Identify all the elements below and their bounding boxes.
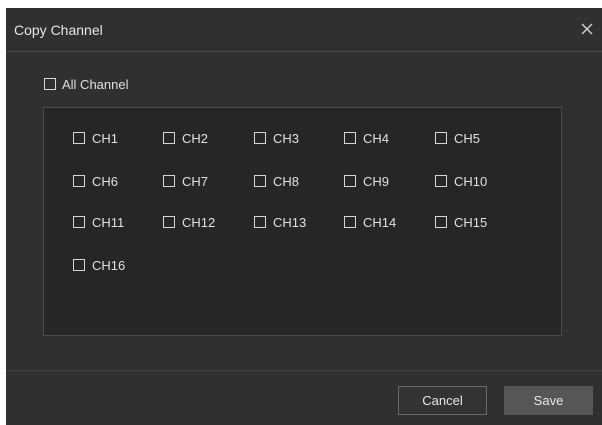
copy-channel-dialog: Copy Channel All Channel CH1 CH2 CH3 CH4 [6, 8, 602, 425]
channel-checkbox-ch9[interactable]: CH9 [344, 173, 389, 189]
checkbox-box[interactable] [163, 175, 175, 187]
channel-label: CH8 [273, 173, 300, 189]
checkbox-box[interactable] [254, 132, 266, 144]
channel-label: CH1 [92, 130, 119, 146]
checkbox-box[interactable] [73, 216, 85, 228]
save-button[interactable]: Save [504, 386, 593, 415]
checkbox-box[interactable] [73, 132, 85, 144]
dialog-title: Copy Channel [14, 22, 103, 38]
channel-label: CH12 [182, 214, 216, 230]
all-channel-label: All Channel [62, 76, 129, 92]
checkbox-box[interactable] [344, 175, 356, 187]
channel-checkbox-ch6[interactable]: CH6 [73, 173, 118, 189]
all-channel-checkbox[interactable]: All Channel [44, 76, 129, 92]
channel-label: CH15 [454, 214, 488, 230]
checkbox-box[interactable] [44, 78, 56, 90]
channel-label: CH3 [273, 130, 300, 146]
channel-label: CH11 [92, 214, 125, 230]
dialog-titlebar: Copy Channel [6, 8, 602, 52]
channel-checkbox-ch15[interactable]: CH15 [435, 214, 487, 230]
checkbox-box[interactable] [254, 175, 266, 187]
channel-checkbox-ch4[interactable]: CH4 [344, 130, 389, 146]
checkbox-box[interactable] [254, 216, 266, 228]
channel-label: CH5 [454, 130, 481, 146]
channel-checkbox-ch7[interactable]: CH7 [163, 173, 208, 189]
checkbox-box[interactable] [73, 259, 85, 271]
channel-checkbox-ch5[interactable]: CH5 [435, 130, 480, 146]
checkbox-box[interactable] [344, 216, 356, 228]
dialog-footer: Cancel Save [6, 370, 602, 425]
channel-checkbox-ch11[interactable]: CH11 [73, 214, 124, 230]
checkbox-box[interactable] [435, 132, 447, 144]
channel-checkbox-ch1[interactable]: CH1 [73, 130, 118, 146]
checkbox-box[interactable] [435, 216, 447, 228]
channel-checkbox-ch12[interactable]: CH12 [163, 214, 215, 230]
channel-checkbox-ch2[interactable]: CH2 [163, 130, 208, 146]
channel-label: CH4 [363, 130, 390, 146]
checkbox-box[interactable] [163, 216, 175, 228]
cancel-button[interactable]: Cancel [398, 386, 487, 415]
checkbox-box[interactable] [163, 132, 175, 144]
channel-checkbox-ch3[interactable]: CH3 [254, 130, 299, 146]
channel-list-panel: CH1 CH2 CH3 CH4 CH5 CH6 CH7 CH8 CH9 CH10… [43, 107, 562, 336]
checkbox-box[interactable] [73, 175, 85, 187]
channel-checkbox-ch10[interactable]: CH10 [435, 173, 487, 189]
channel-label: CH13 [273, 214, 307, 230]
channel-checkbox-ch16[interactable]: CH16 [73, 257, 125, 273]
channel-label: CH6 [92, 173, 119, 189]
channel-label: CH2 [182, 130, 209, 146]
checkbox-box[interactable] [344, 132, 356, 144]
channel-label: CH14 [363, 214, 397, 230]
channel-label: CH9 [363, 173, 390, 189]
channel-label: CH10 [454, 173, 488, 189]
close-icon[interactable] [578, 20, 596, 38]
channel-label: CH7 [182, 173, 209, 189]
checkbox-box[interactable] [435, 175, 447, 187]
channel-checkbox-ch13[interactable]: CH13 [254, 214, 306, 230]
channel-label: CH16 [92, 257, 126, 273]
channel-checkbox-ch8[interactable]: CH8 [254, 173, 299, 189]
channel-checkbox-ch14[interactable]: CH14 [344, 214, 396, 230]
